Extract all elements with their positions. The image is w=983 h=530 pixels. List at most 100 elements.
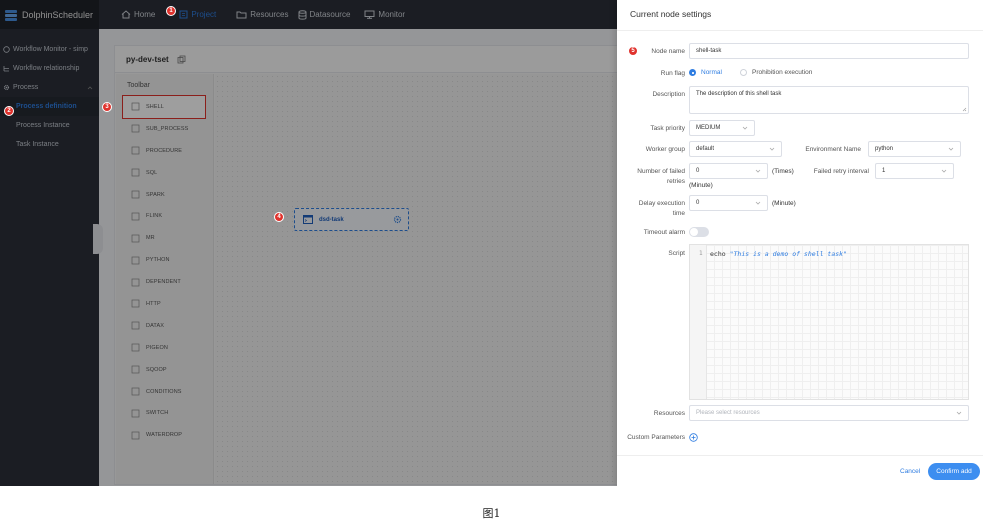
sidebar-collapse-handle[interactable] — [93, 224, 103, 254]
database-icon — [298, 9, 306, 20]
task-priority-select[interactable]: MEDIUM — [689, 120, 755, 136]
failed-retries-label-line1: Number of failed — [637, 168, 685, 175]
script-label: Script — [668, 250, 685, 257]
home-icon — [121, 10, 131, 19]
environment-select[interactable]: python — [868, 141, 961, 157]
timeout-toggle[interactable] — [689, 227, 709, 237]
tool-python[interactable]: PYTHON — [123, 249, 205, 271]
tool-flink[interactable]: FLINK — [123, 205, 205, 227]
waterdrop-icon — [131, 431, 140, 440]
worker-group-label: Worker group — [645, 146, 685, 153]
radio-dot — [689, 69, 696, 76]
run-flag-prohibition-radio[interactable]: Prohibition execution — [740, 69, 812, 76]
app-window: DolphinScheduler Home Project Resources … — [0, 0, 983, 486]
environment-label: Environment Name — [805, 146, 861, 153]
tool-label: SQL — [146, 169, 158, 176]
tool-spark[interactable]: SPARK — [123, 184, 205, 206]
run-flag-normal-radio[interactable]: Normal — [689, 69, 722, 76]
script-editor[interactable]: 1 echo "This is a demo of shell task" — [689, 244, 969, 400]
tool-waterdrop[interactable]: WATERDROP — [123, 424, 205, 446]
sidebar-item-task-instance[interactable]: Task Instance — [0, 135, 99, 154]
delay-input[interactable]: 0 — [689, 195, 768, 211]
tool-http[interactable]: HTTP — [123, 293, 205, 315]
step-badge-4: 4 — [274, 212, 284, 222]
add-param-icon[interactable] — [689, 433, 698, 442]
node-name-label: Node name — [651, 48, 685, 55]
dag-canvas[interactable]: dsd-task — [215, 74, 617, 484]
task-node[interactable]: dsd-task — [294, 208, 409, 231]
gear-icon[interactable] — [393, 215, 402, 224]
dashboard-icon — [3, 46, 10, 53]
tool-datax[interactable]: DATAX — [123, 315, 205, 337]
tool-procedure[interactable]: PROCEDURE — [123, 140, 205, 162]
confirm-add-button[interactable]: Confirm add — [928, 463, 980, 480]
tool-label: SPARK — [146, 191, 165, 198]
tool-sqoop[interactable]: SQOOP — [123, 359, 205, 381]
worker-group-select[interactable]: default — [689, 141, 782, 157]
tool-dependent[interactable]: DEPENDENT — [123, 271, 205, 293]
tool-label: FLINK — [146, 213, 163, 220]
sidebar-item-label: Process Instance — [16, 122, 70, 129]
folder-icon — [236, 11, 247, 19]
resources-select[interactable]: Please select resources — [689, 405, 969, 421]
script-code: echo "This is a demo of shell task" — [710, 250, 847, 258]
sidebar-item-label: Workflow relationship — [13, 65, 80, 72]
sidebar-item-workflow-relationship[interactable]: Workflow relationship — [0, 59, 99, 78]
tool-label: HTTP — [146, 300, 161, 307]
monitor-icon — [364, 10, 375, 19]
nav-resources[interactable]: Resources — [236, 0, 289, 29]
tool-label: DATAX — [146, 322, 165, 329]
brand[interactable]: DolphinScheduler — [0, 0, 99, 29]
cancel-button[interactable]: Cancel — [900, 468, 920, 475]
retry-interval-input[interactable]: 1 — [875, 163, 954, 179]
delay-value: 0 — [696, 200, 700, 206]
chevron-down-icon — [769, 147, 775, 151]
sidebar-item-process-definition[interactable]: Process definition — [0, 97, 99, 116]
tool-pigeon[interactable]: PIGEON — [123, 337, 205, 359]
gear-icon — [3, 84, 10, 91]
switch-icon — [131, 409, 140, 418]
sub-process-icon — [131, 124, 140, 133]
description-textarea[interactable]: The description of this shell task — [689, 86, 969, 114]
tool-label: PROCEDURE — [146, 147, 183, 154]
tool-mr[interactable]: MR — [123, 227, 205, 249]
nav-home[interactable]: Home — [121, 0, 155, 29]
tool-label: WATERDROP — [146, 432, 183, 439]
tool-shell[interactable]: SHELL — [122, 95, 206, 119]
sidebar-item-label: Task Instance — [16, 141, 59, 148]
environment-value: python — [875, 146, 894, 152]
sidebar-item-process-instance[interactable]: Process Instance — [0, 116, 99, 135]
brand-name: DolphinScheduler — [22, 9, 94, 20]
nav-resources-label: Resources — [250, 10, 289, 19]
tool-sql[interactable]: SQL — [123, 162, 205, 184]
tool-label: PIGEON — [146, 344, 168, 351]
sidebar-item-process[interactable]: Process — [0, 78, 99, 97]
dolphin-logo-icon — [4, 8, 18, 22]
node-name-input[interactable]: shell-task — [689, 43, 969, 59]
sidebar-item-label: Process definition — [16, 103, 77, 110]
nav-project[interactable]: Project — [179, 0, 216, 29]
tool-conditions[interactable]: CONDITIONS — [123, 381, 205, 403]
radio-dot — [740, 69, 747, 76]
conditions-icon — [131, 387, 140, 396]
tool-sub-process[interactable]: SUB_PROCESS — [123, 118, 205, 140]
failed-retries-input[interactable]: 0 — [689, 163, 768, 179]
delay-label-line1: Delay execution — [638, 200, 685, 207]
step-badge-5: 5 — [628, 46, 638, 56]
tool-switch[interactable]: SWITCH — [123, 402, 205, 424]
chevron-down-icon — [755, 201, 761, 205]
nav-home-label: Home — [134, 10, 156, 19]
nav-monitor[interactable]: Monitor — [364, 0, 405, 29]
dag-panel: py-dev-tset Toolbar SHELL SUB_PROCESS PROC… — [114, 45, 618, 485]
divider — [617, 30, 983, 31]
copy-icon[interactable] — [177, 55, 186, 64]
python-icon — [131, 256, 140, 265]
sidebar-item-workflow-monitor[interactable]: Workflow Monitor - simp — [0, 40, 99, 59]
line-number: 1 — [699, 250, 703, 257]
main-content: py-dev-tset Toolbar SHELL SUB_PROCESS PROC… — [93, 29, 620, 486]
resize-handle-icon — [962, 107, 967, 112]
chevron-down-icon — [948, 147, 954, 151]
step-badge-1: 1 — [166, 6, 176, 16]
nav-datasource[interactable]: Datasource — [298, 0, 350, 29]
failed-retries-value: 0 — [696, 168, 700, 174]
